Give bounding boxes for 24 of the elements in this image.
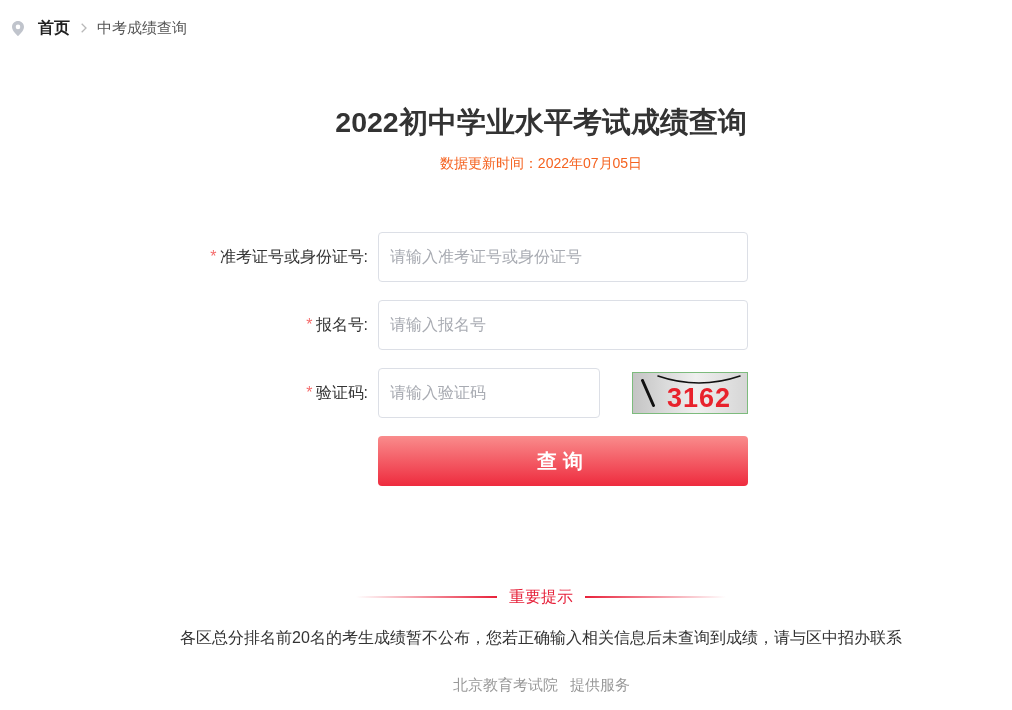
required-mark: * xyxy=(210,248,217,266)
footer-organization: 北京教育考试院 xyxy=(452,675,558,695)
text-input[interactable]: 请输入报名号 xyxy=(378,300,748,350)
field-label: 报名号: xyxy=(315,314,368,335)
breadcrumb-current: 中考成绩查询 xyxy=(97,18,187,38)
footer-service: 提供服务 xyxy=(569,675,630,695)
captcha-input[interactable]: 请输入验证码 xyxy=(378,368,600,418)
location-pin-icon xyxy=(12,20,24,36)
notice-text: 各区总分排名前20名的考生成绩暂不公布，您若正确输入相关信息后未查询到成绩，请与区中招办联系 xyxy=(180,628,902,648)
query-button[interactable]: 查询 xyxy=(378,436,748,486)
update-time: 数据更新时间：2022年07月05日 xyxy=(439,154,643,173)
slash-stroke-icon xyxy=(641,379,655,407)
field-label: 准考证号或身份证号: xyxy=(219,246,368,267)
captcha-code: 3162 xyxy=(666,383,732,412)
captcha-image[interactable]: 3162 xyxy=(632,372,748,414)
text-input[interactable]: 请输入准考证号或身份证号 xyxy=(378,232,748,282)
required-mark: * xyxy=(306,316,313,334)
field-label: 验证码: xyxy=(315,382,368,403)
required-mark: * xyxy=(306,384,313,402)
page-title: 2022初中学业水平考试成绩查询 xyxy=(335,105,747,140)
curve-stroke-icon xyxy=(657,374,741,384)
notice-heading: 重要提示 xyxy=(509,587,573,607)
chevron-right-icon xyxy=(81,23,87,33)
breadcrumb-link[interactable]: 首页 xyxy=(38,18,70,38)
